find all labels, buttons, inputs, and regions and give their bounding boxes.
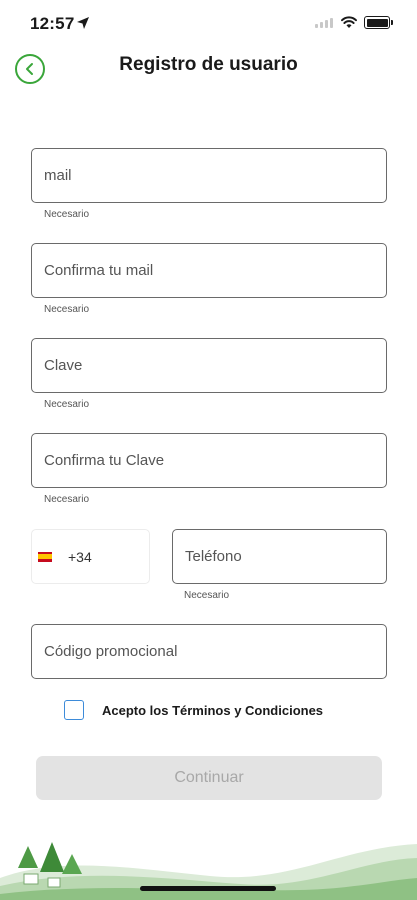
email-input[interactable]	[32, 149, 386, 202]
status-time: 12:57	[30, 14, 75, 33]
password-helper-text: Necesario	[44, 399, 90, 410]
terms-row: Acepto los Términos y Condiciones	[64, 700, 323, 720]
location-arrow-icon	[77, 17, 89, 29]
wifi-icon	[341, 16, 357, 28]
confirm-password-helper-text: Necesario	[44, 494, 90, 505]
battery-icon	[364, 16, 390, 29]
page-title: Registro de usuario	[119, 54, 298, 75]
confirm-email-helper-text: Necesario	[44, 304, 90, 315]
email-helper-text: Necesario	[44, 209, 90, 220]
status-bar: 12:57	[0, 0, 417, 44]
cellular-signal-icon	[315, 18, 333, 28]
terms-label[interactable]: Acepto los Términos y Condiciones	[102, 703, 323, 718]
confirm-email-input[interactable]	[32, 244, 386, 297]
password-field[interactable]	[31, 338, 387, 393]
confirm-password-input[interactable]	[32, 434, 386, 487]
home-indicator	[140, 886, 276, 891]
email-field[interactable]	[31, 148, 387, 203]
continue-button[interactable]: Continuar	[36, 756, 382, 800]
country-code: +34	[68, 548, 92, 565]
confirm-password-field[interactable]	[31, 433, 387, 488]
terms-checkbox[interactable]	[64, 700, 84, 720]
phone-input[interactable]	[173, 530, 386, 583]
promo-code-input[interactable]	[32, 625, 386, 678]
country-code-selector[interactable]: +34	[31, 529, 150, 584]
password-input[interactable]	[32, 339, 386, 392]
battery-tip	[391, 20, 393, 25]
promo-code-field[interactable]	[31, 624, 387, 679]
phone-helper-text: Necesario	[184, 590, 230, 601]
phone-field[interactable]	[172, 529, 387, 584]
spain-flag-icon	[38, 551, 52, 562]
confirm-email-field[interactable]	[31, 243, 387, 298]
